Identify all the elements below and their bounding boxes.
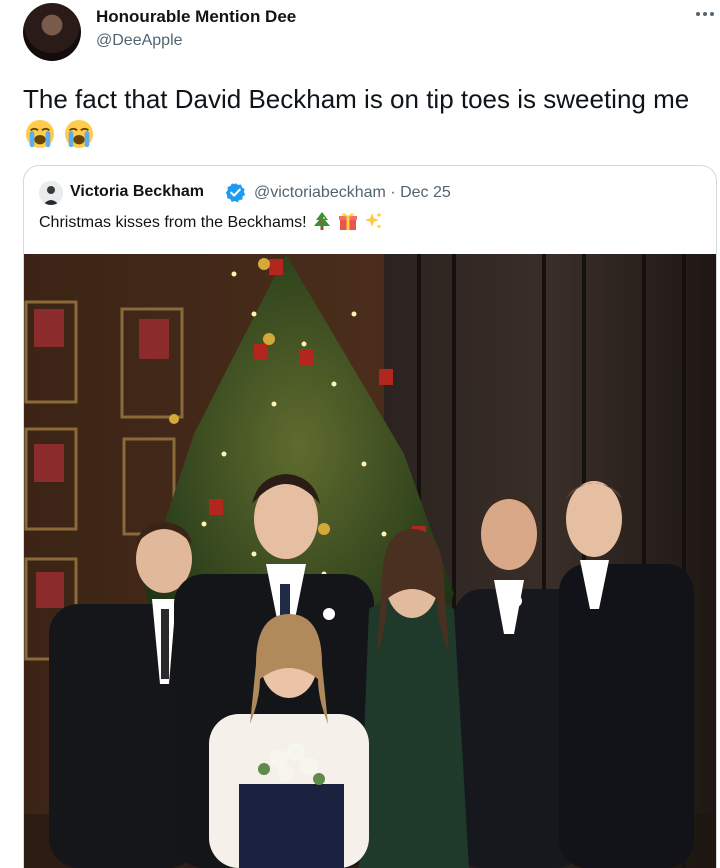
- quoted-tweet-text-body: Christmas kisses from the Beckhams!: [39, 214, 307, 231]
- author-handle[interactable]: @DeeApple: [96, 32, 183, 50]
- quoted-tweet-card[interactable]: Victoria Beckham @victoriabeckham · Dec …: [23, 165, 717, 868]
- family-christmas-photo[interactable]: [24, 254, 716, 868]
- verified-badge-icon: [225, 182, 246, 203]
- loudly-crying-face-icon: [65, 119, 94, 149]
- loudly-crying-face-icon: [25, 119, 55, 149]
- person-icon: [39, 181, 63, 205]
- quoted-author-avatar[interactable]: [39, 181, 63, 205]
- quoted-author-name[interactable]: Victoria Beckham: [70, 183, 204, 201]
- author-name[interactable]: Honourable Mention Dee: [96, 7, 296, 27]
- tweet-text-body: The fact that David Beckham is on tip to…: [23, 84, 690, 114]
- christmas-tree-icon: [314, 212, 331, 230]
- quoted-tweet-text: Christmas kisses from the Beckhams!: [39, 211, 383, 232]
- tweet-text: The fact that David Beckham is on tip to…: [23, 82, 713, 152]
- wrapped-gift-icon: [338, 213, 357, 230]
- author-avatar[interactable]: [23, 3, 81, 61]
- more-options-icon[interactable]: [693, 2, 717, 26]
- sparkles-icon: [364, 212, 382, 229]
- quoted-author-handle-date[interactable]: @victoriabeckham · Dec 25: [254, 184, 451, 202]
